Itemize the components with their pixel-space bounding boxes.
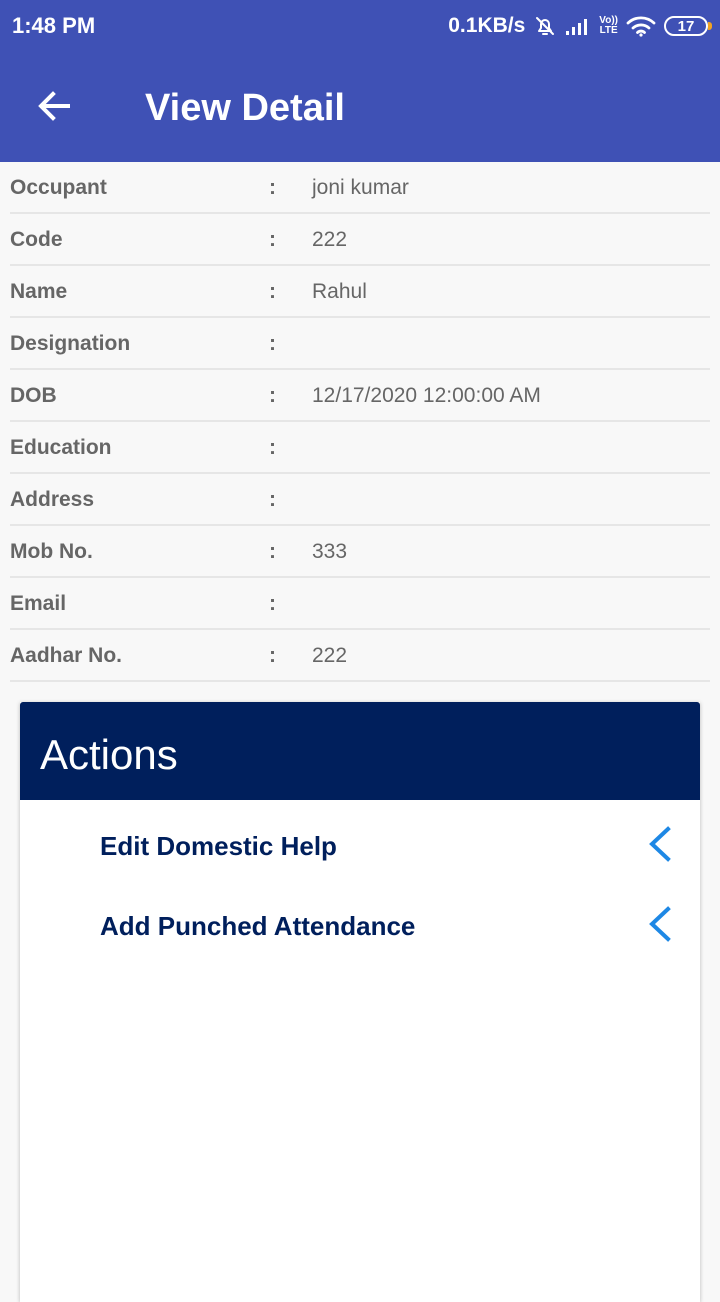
detail-colon: : xyxy=(269,228,276,251)
detail-label: Email xyxy=(10,592,67,615)
detail-label: Designation xyxy=(10,332,131,355)
detail-label: Address xyxy=(10,488,95,511)
status-bar: 1:48 PM 0.1KB/s Vo)) LTE 17 xyxy=(0,0,720,52)
page-title: View Detail xyxy=(145,87,345,129)
detail-row-dob: DOB : 12/17/2020 12:00:00 AM xyxy=(10,370,710,422)
detail-colon: : xyxy=(269,592,276,615)
detail-row-mobile: Mob No. : 333 xyxy=(10,526,710,578)
detail-colon: : xyxy=(269,332,276,355)
detail-value: 333 xyxy=(312,540,348,563)
detail-row-designation: Designation : xyxy=(10,318,710,370)
wifi-icon xyxy=(626,15,656,37)
detail-colon: : xyxy=(269,280,276,303)
chevron-left-icon xyxy=(649,826,671,862)
detail-label: Code xyxy=(10,228,63,251)
detail-row-name: Name : Rahul xyxy=(10,266,710,318)
detail-row-aadhar: Aadhar No. : 222 xyxy=(10,630,710,682)
action-label: Edit Domestic Help xyxy=(100,831,337,861)
add-punched-attendance-action[interactable]: Add Punched Attendance xyxy=(20,888,700,958)
detail-value: 222 xyxy=(312,644,348,667)
detail-colon: : xyxy=(269,540,276,563)
detail-value: Rahul xyxy=(312,280,367,303)
detail-colon: : xyxy=(269,176,276,199)
detail-colon: : xyxy=(269,488,276,511)
chevron-left-icon xyxy=(649,906,671,942)
detail-colon: : xyxy=(269,384,276,407)
alarm-off-icon xyxy=(533,14,557,38)
detail-label: Mob No. xyxy=(10,540,93,563)
battery-level: 17 xyxy=(677,17,695,35)
volte-bottom-label: LTE xyxy=(599,25,618,36)
detail-row-occupant: Occupant : joni kumar xyxy=(10,162,710,214)
detail-list: Occupant : joni kumar Code : 222 Name : … xyxy=(10,162,710,682)
detail-row-address: Address : xyxy=(10,474,710,526)
app-bar: 1:48 PM 0.1KB/s Vo)) LTE 17 View Detail xyxy=(0,0,720,162)
detail-row-education: Education : xyxy=(10,422,710,474)
detail-colon: : xyxy=(269,436,276,459)
signal-icon xyxy=(565,16,591,36)
detail-label: Name xyxy=(10,280,68,303)
edit-domestic-help-action[interactable]: Edit Domestic Help xyxy=(20,808,700,878)
detail-value: joni kumar xyxy=(312,176,409,199)
status-icons: 0.1KB/s Vo)) LTE 17 xyxy=(448,11,712,41)
actions-card: Actions Edit Domestic Help Add Punched A… xyxy=(20,702,700,1302)
network-speed: 0.1KB/s xyxy=(448,14,526,37)
detail-colon: : xyxy=(269,644,276,667)
detail-row-code: Code : 222 xyxy=(10,214,710,266)
actions-title: Actions xyxy=(40,731,178,778)
detail-label: Education xyxy=(10,436,112,459)
volte-indicator: Vo)) LTE xyxy=(599,16,618,36)
actions-header: Actions xyxy=(20,702,700,800)
action-label: Add Punched Attendance xyxy=(100,911,416,941)
arrow-left-icon xyxy=(38,91,70,121)
detail-value: 12/17/2020 12:00:00 AM xyxy=(312,384,541,407)
status-time: 1:48 PM xyxy=(12,13,96,38)
back-button[interactable] xyxy=(28,80,80,132)
detail-label: DOB xyxy=(10,384,57,407)
detail-row-email: Email : xyxy=(10,578,710,630)
detail-label: Aadhar No. xyxy=(10,644,123,667)
battery-icon: 17 xyxy=(664,16,712,36)
detail-label: Occupant xyxy=(10,176,107,199)
detail-value: 222 xyxy=(312,228,348,251)
